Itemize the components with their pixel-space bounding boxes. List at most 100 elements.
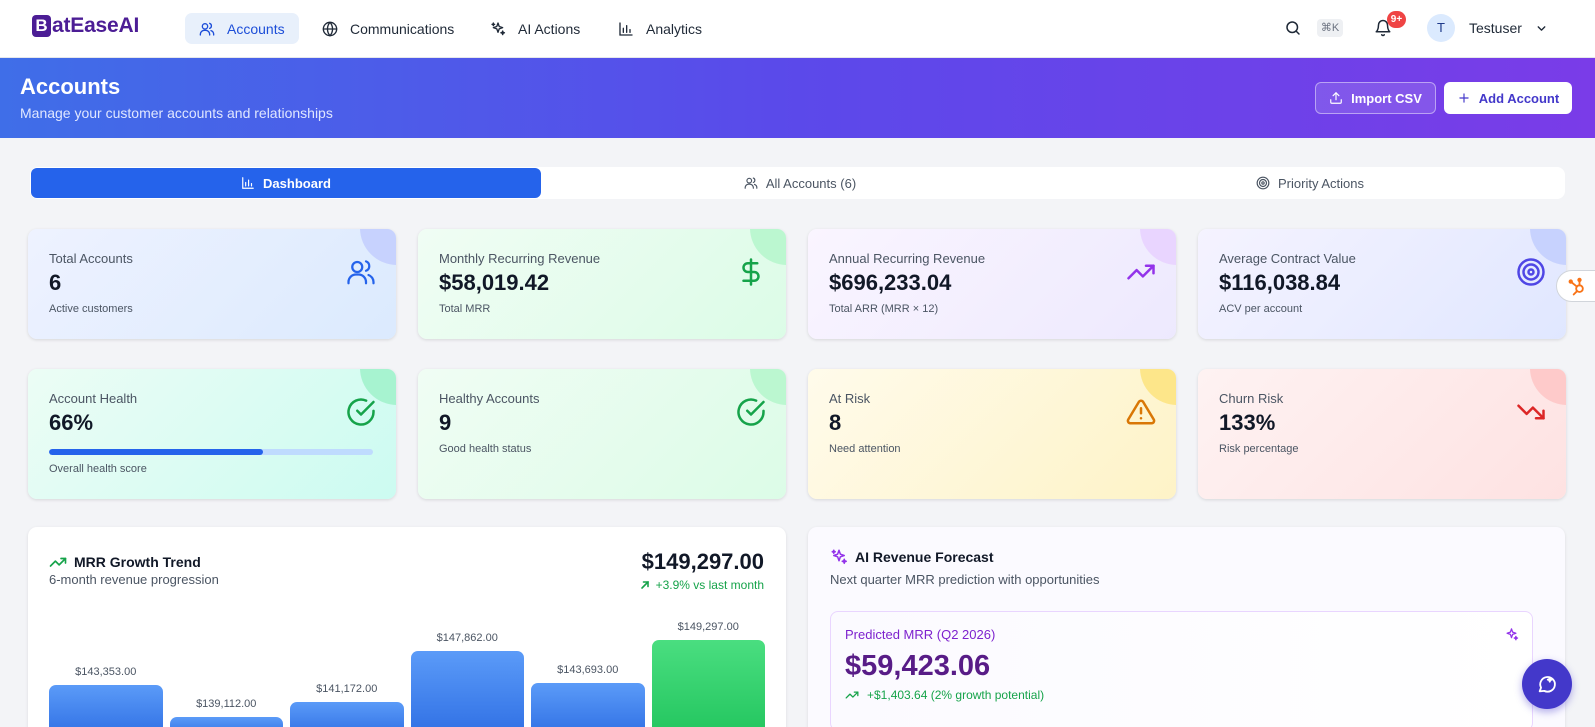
mrr-bar-label: $143,693.00 xyxy=(557,663,619,676)
hubspot-icon xyxy=(1568,277,1584,296)
mrr-bar[interactable] xyxy=(531,682,645,727)
trending-down-icon xyxy=(1517,404,1545,420)
stat-subtext: Total MRR xyxy=(439,303,491,315)
stat-label: Account Health xyxy=(49,391,138,406)
mrr-bar-label: $143,353.00 xyxy=(75,666,137,679)
stat-card-healthy-accounts[interactable]: Healthy Accounts 9 Good health status xyxy=(418,369,786,499)
sparkles-icon xyxy=(1506,628,1519,641)
sparkles-icon xyxy=(831,549,848,565)
check-circle-icon xyxy=(737,398,765,426)
mrr-growth-panel: MRR Growth Trend 6-month revenue progres… xyxy=(28,527,786,727)
stat-subtext: Good health status xyxy=(439,443,532,455)
stat-subtext: Risk percentage xyxy=(1219,443,1299,455)
stat-label: Annual Recurring Revenue xyxy=(829,251,986,266)
bar-chart-icon xyxy=(242,177,254,189)
stat-label: At Risk xyxy=(829,391,871,406)
upload-icon xyxy=(1330,92,1342,104)
stat-card-total-accounts[interactable]: Total Accounts 6 Active customers xyxy=(28,229,396,339)
stat-label: Healthy Accounts xyxy=(439,391,540,406)
tab-dashboard[interactable]: Dashboard xyxy=(31,168,541,198)
shortcut-hint: ⌘K xyxy=(1317,19,1343,37)
stat-label: Total Accounts xyxy=(49,251,133,266)
mrr-bar[interactable] xyxy=(290,701,404,727)
health-progress-bar xyxy=(49,449,373,455)
mrr-bar-chart: $143,353.00 $139,112.00 $141,172.00 $147,86… xyxy=(49,527,765,727)
nav-item-communications[interactable]: Communications xyxy=(308,13,468,44)
import-csv-label: Import CSV xyxy=(1351,90,1422,106)
bar-chart-icon xyxy=(619,21,633,36)
stat-card-account-health[interactable]: Account Health 66% Overall health score xyxy=(28,369,396,499)
import-csv-button[interactable]: Import CSV xyxy=(1315,82,1436,114)
tab-all-accounts[interactable]: All Accounts (6) xyxy=(545,170,1055,196)
nav-item-ai-actions[interactable]: AI Actions xyxy=(476,13,594,44)
page-header: Accounts Manage your customer accounts a… xyxy=(0,58,1595,138)
logo-text: atEaseAI xyxy=(52,14,140,37)
dollar-icon xyxy=(742,258,760,286)
trending-up-icon xyxy=(845,691,859,699)
stat-label: Churn Risk xyxy=(1219,391,1284,406)
notification-badge: 9+ xyxy=(1387,11,1406,28)
stat-value: 6 xyxy=(49,270,62,295)
tab-priority-actions[interactable]: Priority Actions xyxy=(1055,170,1565,196)
predicted-mrr-change-text: +$1,403.64 (2% growth potential) xyxy=(867,688,1045,702)
target-icon xyxy=(1517,258,1545,286)
avatar[interactable]: T xyxy=(1427,14,1455,42)
stat-value: $116,038.84 xyxy=(1219,270,1341,295)
stat-value: 66% xyxy=(49,410,94,435)
mrr-bar[interactable] xyxy=(49,685,163,727)
stat-card-arr[interactable]: Annual Recurring Revenue $696,233.04 Tot… xyxy=(808,229,1176,339)
stat-subtext: Total ARR (MRR × 12) xyxy=(829,303,939,315)
tab-label: Dashboard xyxy=(263,175,331,191)
user-name[interactable]: Testuser xyxy=(1469,20,1522,36)
stat-subtext: Active customers xyxy=(49,303,133,315)
predicted-mrr-change: +$1,403.64 (2% growth potential) xyxy=(845,688,1044,702)
forecast-panel-title: AI Revenue Forecast xyxy=(855,549,994,565)
mrr-bar-label: $139,112.00 xyxy=(196,698,257,710)
health-progress-fill xyxy=(49,449,263,455)
top-navigation: B atEaseAI Accounts Communications AI Ac… xyxy=(0,0,1595,58)
add-account-button[interactable]: Add Account xyxy=(1444,82,1572,114)
stat-value: $696,233.04 xyxy=(829,270,952,295)
stat-value: $58,019.42 xyxy=(439,270,550,295)
check-circle-icon xyxy=(347,398,375,426)
tab-label: All Accounts (6) xyxy=(765,175,857,191)
nav-item-label: Analytics xyxy=(646,20,703,37)
logo-mark: B xyxy=(32,15,51,37)
stat-card-at-risk[interactable]: At Risk 8 Need attention xyxy=(808,369,1176,499)
mrr-bar-label: $149,297.00 xyxy=(677,621,739,633)
nav-item-accounts[interactable]: Accounts xyxy=(185,13,299,44)
nav-item-label: Accounts xyxy=(227,20,285,37)
stat-card-churn-risk[interactable]: Churn Risk 133% Risk percentage xyxy=(1198,369,1566,499)
sparkles-icon xyxy=(491,21,506,35)
plus-icon xyxy=(1459,93,1469,103)
nav-item-label: AI Actions xyxy=(518,20,581,37)
ai-assistant-button[interactable] xyxy=(1522,659,1572,709)
page-title: Accounts xyxy=(20,74,121,99)
mrr-bar[interactable] xyxy=(410,650,524,727)
stat-card-mrr[interactable]: Monthly Recurring Revenue $58,019.42 Tot… xyxy=(418,229,786,339)
mrr-bar[interactable] xyxy=(169,717,283,727)
chat-sparkle-icon xyxy=(1538,676,1556,693)
app-logo[interactable]: B atEaseAI xyxy=(32,14,139,38)
nav-item-analytics[interactable]: Analytics xyxy=(604,13,716,44)
stat-card-acv[interactable]: Average Contract Value $116,038.84 ACV p… xyxy=(1198,229,1566,339)
mrr-bar[interactable] xyxy=(651,640,765,727)
stat-subtext: Overall health score xyxy=(49,463,147,475)
stat-value: 9 xyxy=(439,410,452,435)
trending-up-icon xyxy=(1127,264,1155,280)
warning-icon xyxy=(1126,399,1156,425)
stat-subtext: ACV per account xyxy=(1219,303,1303,315)
view-tabs: Dashboard All Accounts (6) Priority Acti… xyxy=(30,167,1565,199)
stat-label: Monthly Recurring Revenue xyxy=(439,251,601,266)
mrr-bar-label: $147,862.00 xyxy=(436,631,498,644)
predicted-mrr-box: Predicted MRR (Q2 2026) $59,423.06 +$1,4… xyxy=(830,611,1533,727)
chevron-down-icon[interactable] xyxy=(1535,22,1548,35)
integration-badge[interactable] xyxy=(1556,270,1595,302)
users-icon xyxy=(347,260,375,285)
predicted-mrr-value: $59,423.06 xyxy=(845,650,991,682)
page-subtitle: Manage your customer accounts and relati… xyxy=(20,105,333,121)
stat-value: 133% xyxy=(1219,410,1276,435)
target-icon xyxy=(1256,176,1270,190)
search-icon[interactable] xyxy=(1284,19,1302,37)
globe-icon xyxy=(322,21,338,37)
